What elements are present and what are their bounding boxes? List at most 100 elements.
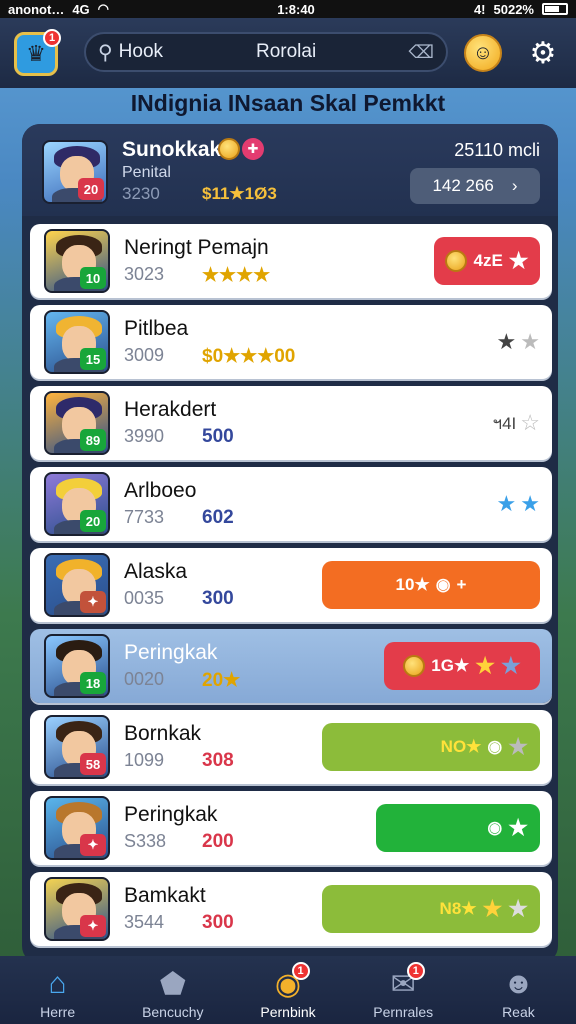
avatar: ✦ <box>44 877 110 941</box>
challenge-label: NO★ <box>440 737 482 756</box>
battery-label: 5022% <box>493 1 534 17</box>
reward-button[interactable]: 1G★ ★ ★ <box>384 642 540 690</box>
player-value: $0★★★00 <box>202 346 296 367</box>
star-icon: ★ <box>496 329 517 354</box>
reward-label: 4zE <box>473 251 503 270</box>
my-subtitle: Penital <box>122 164 171 181</box>
challenge-button[interactable]: N8★ ★ ★ <box>322 885 540 933</box>
network-label: 4G <box>72 1 90 17</box>
player-row[interactable]: 89 Herakdert 3990 500 ฯ4I ☆ <box>30 386 552 460</box>
player-name: Bornkak <box>124 722 202 745</box>
avatar: ✦ <box>44 553 110 617</box>
challenge-label: 10★ <box>395 575 430 594</box>
level-badge: 18 <box>80 672 106 694</box>
reward-label: ฯ4I <box>492 413 517 433</box>
reward-button[interactable]: 4zE ★ <box>434 237 540 285</box>
player-row[interactable]: 58 Bornkak 1099 308 NO★ ◉ ★ <box>30 710 552 784</box>
search-bar[interactable]: ⚲ Hook Rorolai ⌫ <box>84 32 448 72</box>
player-value: 500 <box>202 426 234 447</box>
leaderboard: 20 Sunokkak ✚ Penital 3230 $11★1Ø3 25110… <box>22 124 558 964</box>
tab-pentagon[interactable]: ⬟ Bencuchy <box>115 956 230 1024</box>
row-actions: ★ ★ <box>497 320 540 364</box>
clock: 1:8:40 <box>277 1 315 17</box>
avatar: 20 <box>42 140 108 204</box>
star-icon: ★ <box>496 491 517 516</box>
player-row[interactable]: ✦ Alaska 0035 300 10★ ◉ + <box>30 548 552 622</box>
star-icon: ★ <box>508 734 528 759</box>
player-score: 0020 <box>124 669 165 689</box>
player-value: 308 <box>202 750 234 771</box>
player-name: Bamkakt <box>124 884 206 907</box>
eye-icon: ◉ <box>487 737 503 756</box>
row-actions: NO★ ◉ ★ <box>322 723 540 771</box>
coin-icon <box>403 655 426 677</box>
tab-home[interactable]: ⌂ Herre <box>0 956 115 1024</box>
star-outline-icon: ☆ <box>520 410 540 435</box>
player-name: Herakdert <box>124 398 217 421</box>
player-score: 3544 <box>124 912 165 932</box>
player-row[interactable]: 18 Peringkak 0020 20★ 1G★ ★ ★ <box>30 629 552 703</box>
level-badge: ✦ <box>80 834 106 856</box>
emoji-coin-button[interactable]: ☺ <box>464 34 502 72</box>
player-row[interactable]: 15 Pitlbea 3009 $0★★★00 ★ ★ <box>30 305 552 379</box>
player-score: 3009 <box>124 345 165 365</box>
search-label: Hook <box>118 41 164 62</box>
home-shield-button[interactable]: ♛ 1 <box>14 29 61 76</box>
star-icon: ★ <box>500 653 521 678</box>
avatar: 58 <box>44 715 110 779</box>
signal-label: 4! <box>473 1 486 17</box>
challenge-label: N8★ <box>439 899 477 918</box>
level-badge: ✦ <box>80 591 106 613</box>
tab-mail[interactable]: ✉ 1 Pernrales <box>346 956 461 1024</box>
bottom-tab-bar: ⌂ Herre ⬟ Bencuchy ◉ 1 Pernbink ✉ 1 Pern… <box>0 956 576 1024</box>
notification-badge: 1 <box>406 962 425 980</box>
player-score: 3023 <box>124 264 165 284</box>
challenge-button[interactable]: 10★ ◉ + <box>322 561 540 609</box>
gear-icon: ⚙ <box>529 36 557 70</box>
row-actions: ฯ4I ☆ <box>493 401 540 445</box>
search-icon: ⚲ <box>98 41 113 64</box>
my-rank-pill[interactable]: 142 266 › <box>410 168 540 204</box>
level-badge: ✦ <box>80 915 106 937</box>
level-badge: 58 <box>80 753 106 775</box>
star-icon: ★ <box>508 896 528 921</box>
player-name: Arlboeo <box>124 479 197 502</box>
reward-label: 1G★ <box>431 656 470 675</box>
player-name: Peringkak <box>124 803 218 826</box>
settings-button[interactable]: ⚙ <box>524 34 562 72</box>
row-actions: ★ ★ <box>497 482 540 526</box>
avatar: 20 <box>44 472 110 536</box>
player-row[interactable]: 20 Arlboeo 7733 602 ★ ★ <box>30 467 552 541</box>
row-actions: 10★ ◉ + <box>322 561 540 609</box>
star-icon: ★ <box>508 248 529 273</box>
player-row[interactable]: 10 Neringt Pemajn 3023 ★★★★ 4zE ★ <box>30 224 552 298</box>
player-value: ★★★★ <box>202 265 271 286</box>
coin-icon <box>218 138 240 160</box>
search-center-text: Rorolai <box>256 41 317 62</box>
player-score: 0035 <box>124 588 165 608</box>
tag-icon[interactable]: ⌫ <box>409 42 434 63</box>
player-score: S338 <box>124 831 167 851</box>
tab-coin[interactable]: ◉ 1 Pernbink <box>230 956 345 1024</box>
tab-label: Reak <box>502 1004 535 1020</box>
eye-icon: ◉ <box>487 818 503 837</box>
my-name: Sunokkak <box>122 138 222 161</box>
player-name: Neringt Pemajn <box>124 236 269 259</box>
my-rank-card[interactable]: 20 Sunokkak ✚ Penital 3230 $11★1Ø3 25110… <box>22 124 558 216</box>
home-icon: ⌂ <box>48 967 67 1000</box>
player-row[interactable]: ✦ Bamkakt 3544 300 N8★ ★ ★ <box>30 872 552 946</box>
player-score: 3990 <box>124 426 165 446</box>
avatar: 15 <box>44 310 110 374</box>
chevron-right-icon: › <box>511 176 518 195</box>
player-value: 300 <box>202 912 234 933</box>
player-row[interactable]: ✦ Peringkak S338 200 ◉ ★ <box>30 791 552 865</box>
player-value: 602 <box>202 507 234 528</box>
challenge-button[interactable]: NO★ ◉ ★ <box>322 723 540 771</box>
tab-label: Herre <box>40 1004 76 1020</box>
challenge-button[interactable]: ◉ ★ <box>376 804 540 852</box>
tab-person[interactable]: ☻ Reak <box>461 956 576 1024</box>
player-value: 300 <box>202 588 234 609</box>
pentagon-icon: ⬟ <box>159 967 186 1001</box>
player-value: 200 <box>202 831 234 852</box>
row-actions: 1G★ ★ ★ <box>384 642 540 690</box>
